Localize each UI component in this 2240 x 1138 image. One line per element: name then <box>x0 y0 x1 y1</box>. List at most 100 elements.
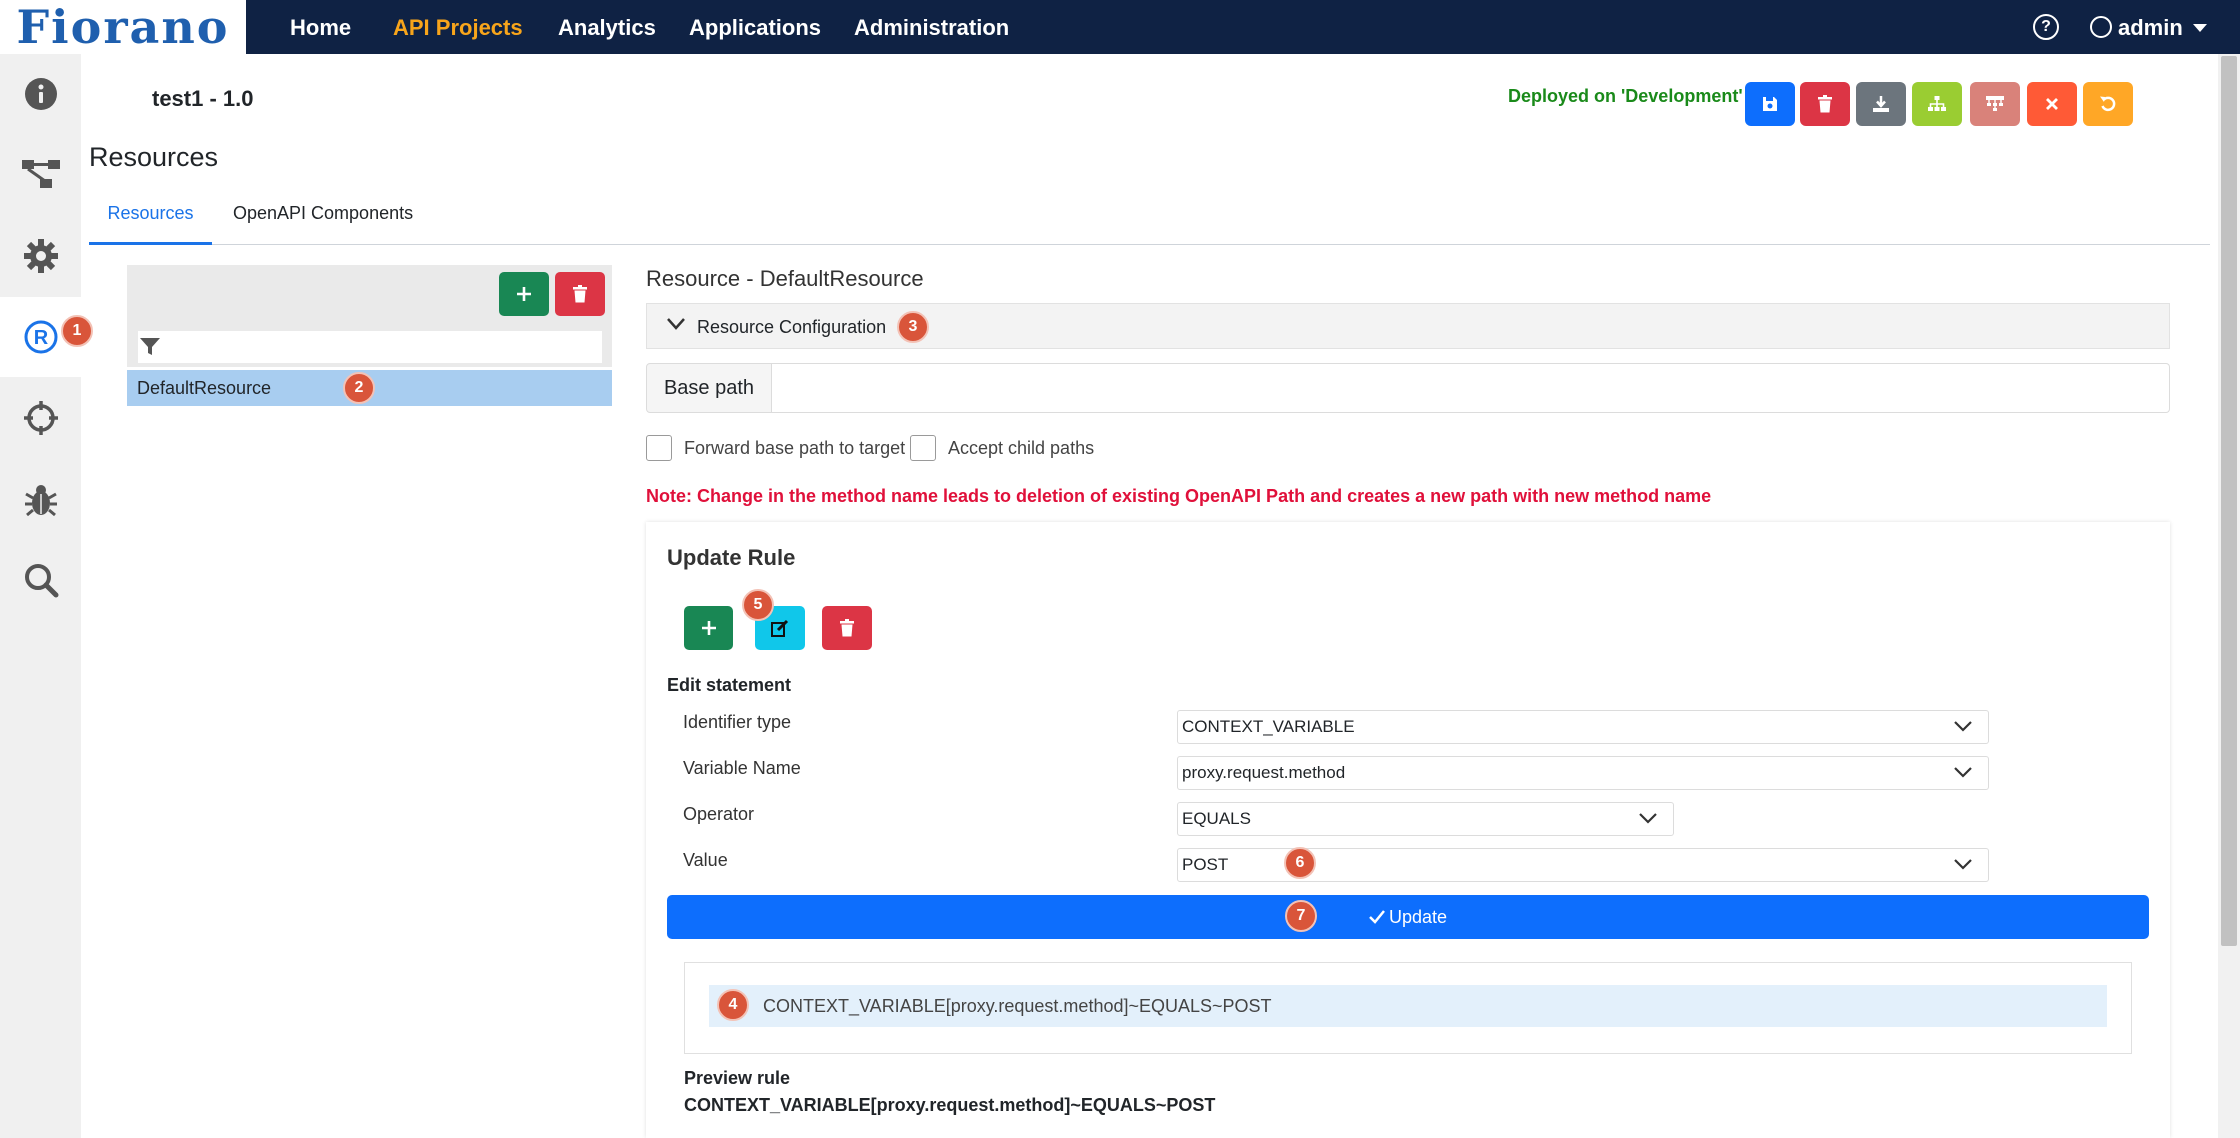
update-rule-title: Update Rule <box>667 545 796 570</box>
flow-icon <box>21 160 60 188</box>
nav-api-projects[interactable]: API Projects <box>393 0 523 54</box>
deploy-button[interactable] <box>1912 82 1962 126</box>
annotation-badge-3: 3 <box>897 311 929 343</box>
nav-administration[interactable]: Administration <box>854 0 1009 54</box>
variable-name-value: proxy.request.method <box>1182 763 1346 782</box>
trash-icon <box>573 285 587 303</box>
nav-home[interactable]: Home <box>290 0 351 54</box>
add-resource-button[interactable] <box>499 272 549 316</box>
annotation-badge-4: 4 <box>717 989 749 1021</box>
variable-name-label: Variable Name <box>683 758 801 778</box>
update-label: Update <box>1388 907 1448 927</box>
chevron-down-icon <box>1954 859 1972 870</box>
sidebar-item-flow[interactable] <box>0 134 81 214</box>
resource-heading: Resource - DefaultResource <box>646 266 924 291</box>
hierarchy-button[interactable] <box>1970 82 2020 126</box>
nav-applications[interactable]: Applications <box>689 0 821 54</box>
operator-value: EQUALS <box>1182 809 1251 828</box>
user-name: admin <box>2118 15 2183 40</box>
forward-basepath-label: Forward base path to target <box>684 438 906 458</box>
chevron-down-icon <box>1639 813 1657 824</box>
close-button[interactable] <box>2027 82 2077 126</box>
undo-icon <box>2100 96 2116 112</box>
forward-basepath-checkbox[interactable] <box>646 435 672 461</box>
logo-text: Fiorano <box>16 0 230 54</box>
annotation-badge-7: 7 <box>1285 900 1317 932</box>
resource-icon: R <box>24 320 57 354</box>
save-button[interactable] <box>1745 82 1795 126</box>
accordion-label: Resource Configuration <box>697 317 887 337</box>
basepath-label: Base path <box>646 363 772 413</box>
user-menu[interactable]: admin <box>2090 0 2207 54</box>
download-icon <box>1873 96 1889 112</box>
check-icon <box>1369 910 1385 924</box>
chevron-down-icon <box>667 318 685 330</box>
edit-statement-label: Edit statement <box>667 675 792 695</box>
project-title: test1 - 1.0 <box>152 86 254 111</box>
annotation-badge-6: 6 <box>1284 847 1316 879</box>
annotation-badge-1: 1 <box>61 315 93 347</box>
method-change-note: Note: Change in the method name leads to… <box>646 486 1712 506</box>
download-button[interactable] <box>1856 82 1906 126</box>
sidebar-item-info[interactable] <box>0 54 81 134</box>
sidebar-item-settings[interactable] <box>0 216 81 296</box>
chevron-down-icon <box>2192 24 2207 32</box>
value-label: Value <box>683 850 728 870</box>
sidebar-item-debug[interactable] <box>0 460 81 540</box>
deployment-status: Deployed on 'Development' <box>1508 86 1743 106</box>
resource-configuration-accordion[interactable]: Resource Configuration <box>646 303 2170 349</box>
plus-icon <box>517 287 531 301</box>
basepath-input[interactable] <box>772 363 2170 413</box>
bug-icon <box>24 485 57 517</box>
value-value: POST <box>1182 855 1229 874</box>
update-rule-button[interactable]: Update <box>667 895 2149 939</box>
save-icon <box>1763 97 1777 111</box>
top-navbar: Fiorano Home API Projects Analytics Appl… <box>0 0 2240 54</box>
accept-child-paths-label: Accept child paths <box>948 438 1095 458</box>
plus-icon <box>701 621 716 635</box>
identifier-type-label: Identifier type <box>683 712 792 732</box>
annotation-badge-5: 5 <box>742 589 774 621</box>
variable-name-select[interactable]: proxy.request.method <box>1177 756 1989 790</box>
undo-button[interactable] <box>2083 82 2133 126</box>
add-statement-button[interactable] <box>684 606 733 650</box>
search-icon <box>24 564 58 598</box>
operator-select[interactable]: EQUALS <box>1177 802 1674 836</box>
annotation-badge-2: 2 <box>343 372 375 404</box>
delete-project-button[interactable] <box>1800 82 1850 126</box>
resource-filter-input[interactable] <box>138 331 602 363</box>
scrollbar-thumb[interactable] <box>2221 56 2237 946</box>
delete-statement-button[interactable] <box>822 606 872 650</box>
sidebar-item-target[interactable] <box>0 378 81 458</box>
delete-resource-button[interactable] <box>555 272 605 316</box>
edit-icon <box>771 619 789 637</box>
identifier-type-select[interactable]: CONTEXT_VARIABLE <box>1177 710 1989 744</box>
user-icon <box>2090 16 2112 38</box>
statement-item[interactable]: CONTEXT_VARIABLE[proxy.request.method]~E… <box>709 985 2107 1027</box>
crosshair-icon <box>23 401 58 435</box>
resource-tabs: Resources OpenAPI Components <box>89 195 2210 245</box>
chevron-down-icon <box>1954 767 1972 778</box>
preview-rule-value: CONTEXT_VARIABLE[proxy.request.method]~E… <box>684 1095 1216 1115</box>
close-icon <box>2046 98 2058 110</box>
gear-icon <box>23 239 58 273</box>
sidebar-item-search[interactable] <box>0 540 81 620</box>
accept-child-paths-checkbox[interactable] <box>910 435 936 461</box>
page-title: Resources <box>89 142 219 172</box>
operator-label: Operator <box>683 804 755 824</box>
svg-text:R: R <box>33 327 48 349</box>
help-icon[interactable]: ? <box>2033 14 2059 40</box>
chevron-down-icon <box>1954 721 1972 732</box>
trash-icon <box>840 619 854 637</box>
nav-analytics[interactable]: Analytics <box>558 0 656 54</box>
info-icon <box>24 78 57 110</box>
trash-icon <box>1818 95 1832 113</box>
tab-resources[interactable]: Resources <box>89 195 212 245</box>
hierarchy-icon <box>1986 96 2004 111</box>
preview-rule-label: Preview rule <box>684 1068 791 1088</box>
tab-openapi-components[interactable]: OpenAPI Components <box>233 195 413 245</box>
fiorano-logo[interactable]: Fiorano <box>0 0 246 54</box>
filter-icon <box>140 338 160 355</box>
sitemap-icon <box>1928 96 1946 111</box>
identifier-type-value: CONTEXT_VARIABLE <box>1182 717 1355 736</box>
